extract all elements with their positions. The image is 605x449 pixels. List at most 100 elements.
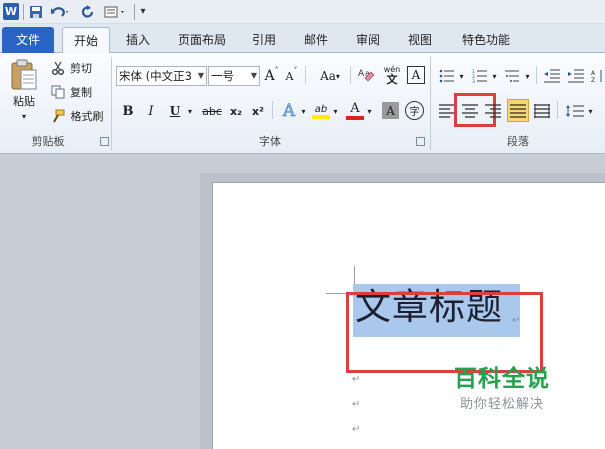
font-color-swatch	[346, 116, 364, 120]
copy-icon[interactable]	[50, 84, 66, 100]
underline-button[interactable]: U	[166, 101, 184, 121]
font-dialog-launcher-icon[interactable]	[416, 137, 425, 146]
tab-review[interactable]: 审阅	[348, 27, 388, 53]
tab-references[interactable]: 引用	[244, 27, 284, 53]
chevron-down-icon[interactable]: ▾	[299, 101, 308, 121]
italic-button[interactable]: I	[142, 101, 160, 121]
increase-indent-icon[interactable]	[566, 66, 586, 86]
clipboard-group-label: 剪贴板	[31, 135, 65, 148]
change-case-label: Aa	[320, 69, 336, 83]
font-name-combo[interactable]: 宋体 (中文正3 ▼	[116, 66, 207, 86]
watermark: 百科全说 助你轻松解决	[447, 365, 557, 412]
clipboard-dialog-launcher-icon[interactable]	[100, 137, 109, 146]
qat-separator	[134, 4, 135, 20]
caret-up-icon: ˄	[274, 66, 279, 75]
tab-insert[interactable]: 插入	[118, 27, 158, 53]
sort-icon[interactable]: AZ	[590, 66, 605, 86]
phonetic-char-icon: 文	[386, 73, 398, 86]
highlight-swatch	[312, 114, 330, 119]
tab-file[interactable]: 文件	[2, 27, 54, 53]
chevron-down-icon[interactable]: ▾	[457, 66, 466, 86]
redo-icon[interactable]	[80, 3, 96, 20]
font-divider	[305, 66, 306, 84]
subscript-button[interactable]: x₂	[227, 101, 245, 121]
chevron-down-icon: ▼	[197, 71, 204, 80]
grow-font-label: A	[264, 68, 275, 84]
chevron-down-icon[interactable]: ▾	[365, 101, 374, 121]
chevron-down-icon[interactable]: ▾	[586, 101, 595, 121]
tab-view[interactable]: 视图	[400, 27, 440, 53]
paragraph-divider	[536, 66, 537, 84]
decrease-indent-icon[interactable]	[542, 66, 562, 86]
word-app-icon[interactable]: W	[3, 3, 19, 20]
cut-icon[interactable]	[50, 60, 66, 76]
font-color-label: A	[350, 101, 360, 116]
paragraph-mark: ↵	[352, 424, 361, 435]
watermark-subtitle: 助你轻松解决	[459, 397, 544, 412]
character-shading-button[interactable]: A	[382, 102, 399, 119]
font-divider	[350, 66, 351, 84]
font-name-value: 宋体 (中文正3	[119, 69, 192, 83]
paste-options-chevron-icon[interactable]: ▾	[18, 111, 30, 121]
ribbon-home: 粘贴 ▾ 剪切 复制 格式刷 剪贴板 宋体 (中文正3 ▼ 一号 ▼ A ˄ A ˅…	[0, 53, 605, 154]
format-painter-button[interactable]: 格式刷	[67, 108, 107, 124]
chevron-down-icon: ▾	[335, 71, 340, 81]
svg-text:3: 3	[472, 79, 475, 83]
font-size-combo[interactable]: 一号 ▼	[208, 66, 260, 86]
paste-button[interactable]: 粘贴	[7, 93, 41, 109]
customize-qat-icon[interactable]: ▾	[137, 3, 149, 20]
bold-button[interactable]: B	[119, 101, 137, 121]
font-divider	[272, 101, 273, 119]
chevron-down-icon: ▼	[250, 71, 257, 80]
save-icon[interactable]	[28, 3, 44, 20]
enclose-characters-button[interactable]: 字	[405, 101, 424, 120]
tab-page-layout[interactable]: 页面布局	[170, 27, 234, 53]
justify-icon[interactable]	[507, 99, 529, 122]
undo-icon[interactable]	[49, 3, 71, 20]
copy-button[interactable]: 复制	[67, 84, 95, 100]
chevron-down-icon[interactable]: ▾	[185, 101, 195, 121]
multilevel-list-icon[interactable]	[503, 66, 523, 86]
phonetic-guide-button[interactable]: wén 文	[381, 64, 403, 86]
text-effects-button[interactable]: A	[279, 101, 299, 122]
paragraph-mark: ↵	[352, 399, 361, 410]
distributed-align-icon[interactable]	[532, 101, 552, 121]
paragraph-group-label: 段落	[507, 135, 529, 148]
font-size-value: 一号	[211, 69, 234, 83]
watermark-title: 百科全说	[454, 366, 550, 392]
tab-special-features[interactable]: 特色功能	[452, 27, 520, 53]
bullets-icon[interactable]	[437, 66, 457, 86]
change-case-button[interactable]: Aa ▾	[316, 66, 344, 86]
paste-icon[interactable]	[6, 57, 42, 93]
quick-access-toolbar: W ▾	[0, 0, 605, 24]
chevron-down-icon[interactable]: ▾	[331, 101, 340, 121]
caret-down-icon: ˅	[293, 66, 298, 75]
cut-button[interactable]: 剪切	[67, 60, 95, 76]
format-painter-icon[interactable]	[50, 108, 66, 124]
align-right-icon[interactable]	[483, 101, 503, 121]
line-spacing-icon[interactable]	[564, 101, 586, 121]
shrink-font-label: A	[285, 69, 294, 83]
clear-formatting-icon[interactable]: Aa	[356, 64, 376, 86]
grow-font-button[interactable]: A ˄	[263, 66, 280, 86]
print-preview-icon[interactable]	[102, 3, 130, 20]
superscript-button[interactable]: x²	[249, 101, 267, 121]
character-border-button[interactable]: A	[407, 66, 425, 84]
qat-separator	[23, 4, 24, 20]
chevron-down-icon[interactable]: ▾	[523, 66, 532, 86]
paragraph-mark: ↵	[352, 374, 361, 385]
svg-text:Z: Z	[591, 77, 595, 83]
ribbon-tab-bar: 文件 开始 插入 页面布局 引用 邮件 审阅 视图 特色功能	[0, 24, 605, 54]
tab-mailings[interactable]: 邮件	[296, 27, 336, 53]
chevron-down-icon[interactable]: ▾	[490, 66, 499, 86]
svg-text:A: A	[591, 70, 596, 77]
title-highlight-box	[346, 292, 543, 373]
strikethrough-button[interactable]: abc	[200, 101, 224, 121]
highlight-color-button[interactable]: ab	[311, 99, 331, 123]
shrink-font-button[interactable]: A ˅	[283, 66, 300, 86]
svg-text:A: A	[358, 69, 365, 79]
font-color-button[interactable]: A	[345, 99, 365, 123]
tab-home[interactable]: 开始	[62, 27, 110, 54]
numbering-icon[interactable]: 123	[470, 66, 490, 86]
highlight-label: ab	[314, 103, 328, 115]
